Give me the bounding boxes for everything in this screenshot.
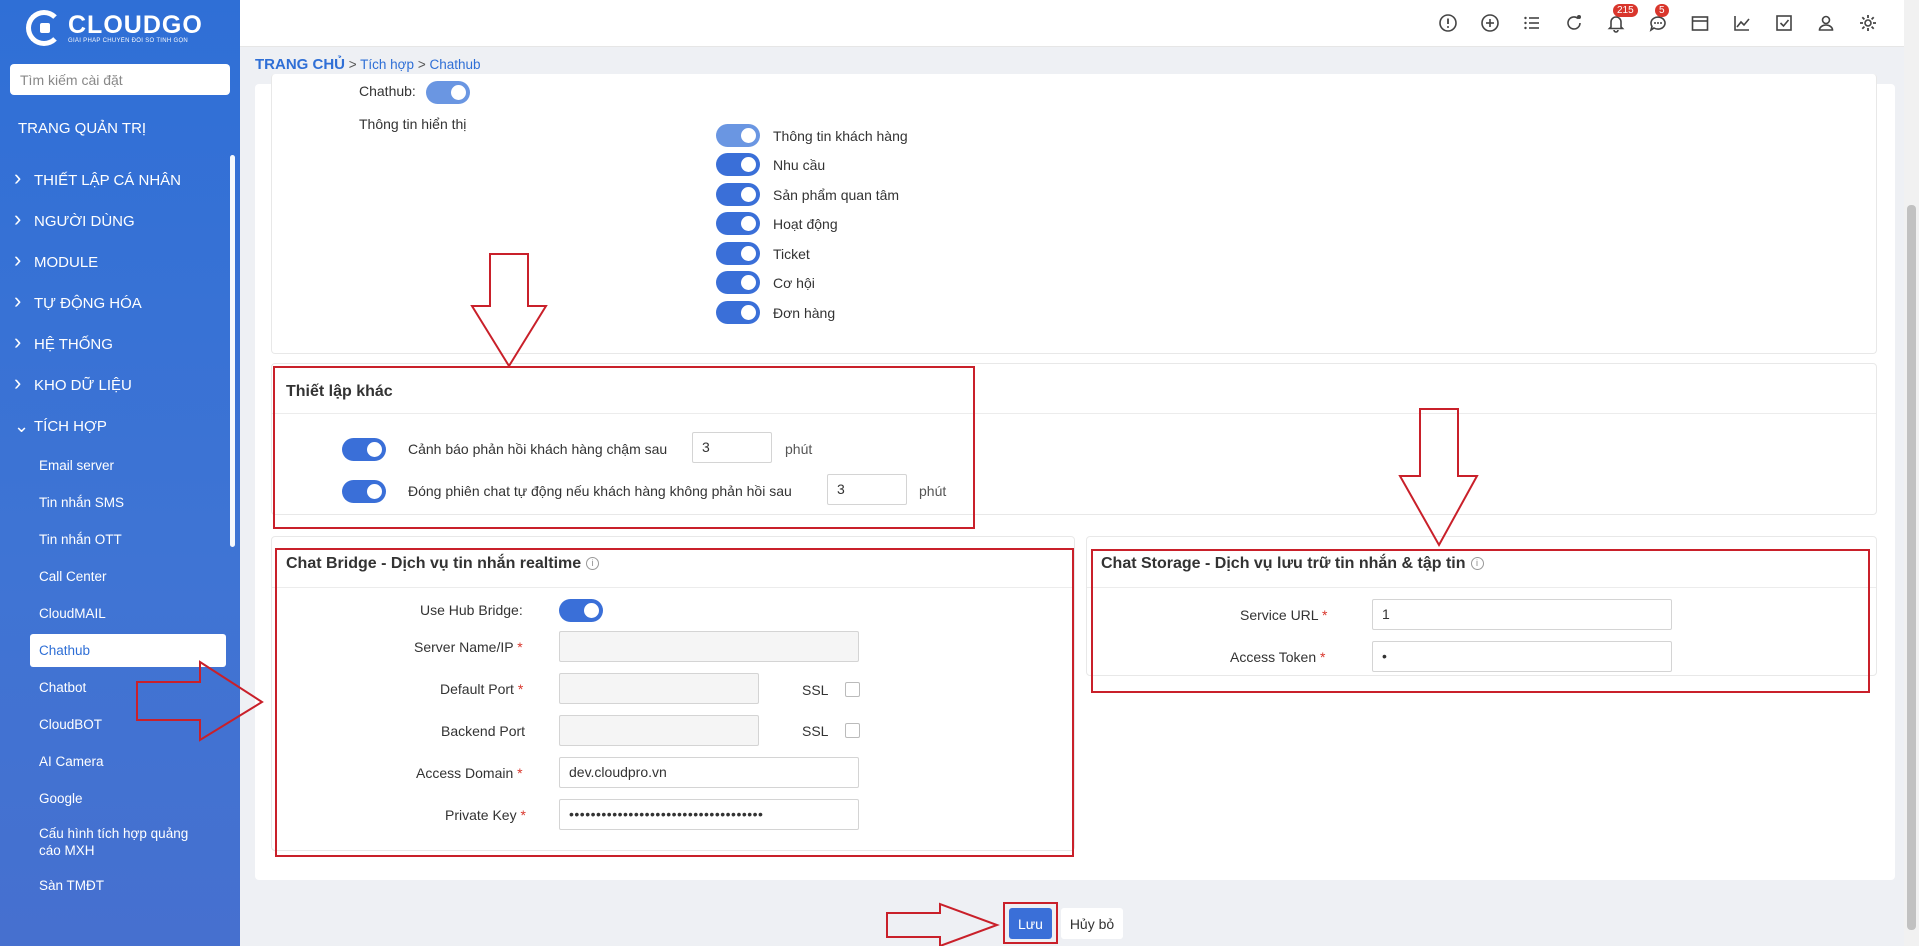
sidebar-item-data-store[interactable]: KHO DỮ LIỆU — [0, 365, 240, 406]
sidebar-subitem-cloudbot[interactable]: CloudBOT — [0, 706, 240, 743]
logo-name: CLOUDGO — [68, 11, 203, 39]
integration-subnav: Email server Tin nhắn SMS Tin nhắn OTT C… — [0, 447, 240, 904]
toggle-needs-label: Nhu cầu — [773, 157, 826, 173]
toggle-interested-products-label: Sản phẩm quan tâm — [773, 187, 900, 203]
sidebar-subitem-chathub[interactable]: Chathub — [30, 634, 226, 667]
toggle-orders[interactable] — [716, 301, 760, 324]
arrow-right-icon — [886, 902, 1000, 946]
sidebar-scrollbar[interactable] — [230, 155, 235, 547]
cancel-button[interactable]: Hủy bỏ — [1061, 908, 1123, 939]
sidebar-subitem-cloudmail[interactable]: CloudMAIL — [0, 595, 240, 632]
sidebar-item-module[interactable]: MODULE — [0, 242, 240, 283]
toggle-activities[interactable] — [716, 212, 760, 235]
sidebar-subitem-sms[interactable]: Tin nhắn SMS — [0, 484, 240, 521]
toggle-interested-products[interactable] — [716, 183, 760, 206]
toggle-orders-label: Đơn hàng — [773, 305, 836, 321]
sidebar-item-automation[interactable]: TỰ ĐỘNG HÓA — [0, 283, 240, 324]
sidebar-item-label: MODULE — [34, 254, 99, 271]
chevron-right-icon — [14, 378, 34, 393]
notification-count-badge: 215 — [1613, 4, 1638, 17]
chat-bubble-icon[interactable]: 5 — [1647, 4, 1669, 34]
sidebar-subitem-ecommerce[interactable]: Sàn TMĐT — [0, 867, 240, 904]
sidebar-subitem-ai-camera[interactable]: AI Camera — [0, 743, 240, 780]
chevron-down-icon — [14, 416, 34, 437]
sidebar-item-integration[interactable]: TÍCH HỢP — [0, 406, 240, 447]
toggle-activities-label: Hoạt động — [773, 216, 838, 232]
sidebar-item-label: NGƯỜI DÙNG — [34, 213, 135, 230]
toggle-opportunity-label: Cơ hội — [773, 275, 815, 291]
highlight-box-other-settings — [273, 366, 975, 529]
alert-circle-icon[interactable] — [1437, 12, 1459, 34]
save-button[interactable]: Lưu — [1009, 908, 1052, 939]
display-info-label: Thông tin hiển thị — [359, 116, 467, 132]
chathub-label: Chathub: — [359, 83, 416, 99]
user-profile-icon[interactable] — [1815, 12, 1837, 34]
list-icon[interactable] — [1521, 12, 1543, 34]
sidebar-subitem-email-server[interactable]: Email server — [0, 447, 240, 484]
sidebar-subitem-chatbot[interactable]: Chatbot — [0, 669, 240, 706]
line-chart-icon[interactable] — [1731, 12, 1753, 34]
chevron-right-icon — [14, 255, 34, 270]
sidebar-item-label: THIẾT LẬP CÁ NHÂN — [34, 172, 181, 189]
sidebar-subitem-call-center[interactable]: Call Center — [0, 558, 240, 595]
settings-search-input[interactable] — [10, 64, 230, 95]
sidebar-item-label: TÍCH HỢP — [34, 418, 107, 435]
highlight-box-chat-storage — [1091, 549, 1870, 693]
page-scrollbar-thumb[interactable] — [1907, 205, 1916, 930]
cloudgo-logo-icon — [26, 10, 62, 46]
breadcrumb-home[interactable]: TRANG CHỦ — [255, 56, 345, 73]
sidebar-item-label: HỆ THỐNG — [34, 336, 113, 353]
toggle-opportunity[interactable] — [716, 271, 760, 294]
logo-tagline: GIẢI PHÁP CHUYỂN ĐỔI SỐ TINH GỌN — [68, 38, 189, 44]
toggle-customer-info-label: Thông tin khách hàng — [773, 128, 908, 144]
notification-bell-icon[interactable]: 215 — [1605, 4, 1638, 34]
sidebar-item-label: TỰ ĐỘNG HÓA — [34, 295, 142, 312]
sidebar-nav: THIẾT LẬP CÁ NHÂN NGƯỜI DÙNG MODULE TỰ Đ… — [0, 160, 240, 904]
message-count-badge: 5 — [1655, 4, 1669, 17]
toggle-ticket[interactable] — [716, 242, 760, 265]
toggle-ticket-label: Ticket — [773, 246, 810, 262]
sidebar-item-system[interactable]: HỆ THỐNG — [0, 324, 240, 365]
highlight-box-chat-bridge — [275, 548, 1074, 857]
breadcrumb: TRANG CHỦ > Tích hợp > Chathub — [255, 56, 481, 73]
sidebar-subitem-google[interactable]: Google — [0, 780, 240, 817]
admin-title[interactable]: TRANG QUẢN TRỊ — [18, 120, 146, 137]
display-info-card: Chathub: Thông tin hiển thị Thông tin kh… — [271, 74, 1877, 354]
page-scrollbar[interactable] — [1904, 0, 1919, 946]
sidebar-item-users[interactable]: NGƯỜI DÙNG — [0, 201, 240, 242]
top-header: 215 5 — [240, 0, 1919, 47]
add-circle-icon[interactable] — [1479, 12, 1501, 34]
gear-icon[interactable] — [1857, 12, 1879, 34]
chathub-toggle[interactable] — [426, 81, 470, 104]
sidebar-subitem-ott[interactable]: Tin nhắn OTT — [0, 521, 240, 558]
logo[interactable]: CLOUDGO GIẢI PHÁP CHUYỂN ĐỔI SỐ TINH GỌN — [26, 10, 203, 46]
sidebar-subitem-social-ads[interactable]: Cấu hình tích hợp quảng cáo MXH — [0, 817, 200, 867]
sidebar-item-label: KHO DỮ LIỆU — [34, 377, 132, 394]
breadcrumb-chathub[interactable]: Chathub — [429, 57, 480, 72]
breadcrumb-integration[interactable]: Tích hợp — [360, 57, 414, 72]
sidebar: CLOUDGO GIẢI PHÁP CHUYỂN ĐỔI SỐ TINH GỌN… — [0, 0, 240, 946]
refresh-icon[interactable] — [1563, 12, 1585, 34]
chevron-right-icon — [14, 337, 34, 352]
chevron-right-icon — [14, 214, 34, 229]
chevron-right-icon — [14, 173, 34, 188]
toggle-needs[interactable] — [716, 153, 760, 176]
toggle-customer-info[interactable] — [716, 124, 760, 147]
sidebar-item-personal-settings[interactable]: THIẾT LẬP CÁ NHÂN — [0, 160, 240, 201]
chevron-right-icon — [14, 296, 34, 311]
breadcrumb-separator: > — [348, 57, 357, 72]
breadcrumb-separator: > — [417, 57, 426, 72]
calendar-icon[interactable] — [1689, 12, 1711, 34]
checkbox-task-icon[interactable] — [1773, 12, 1795, 34]
